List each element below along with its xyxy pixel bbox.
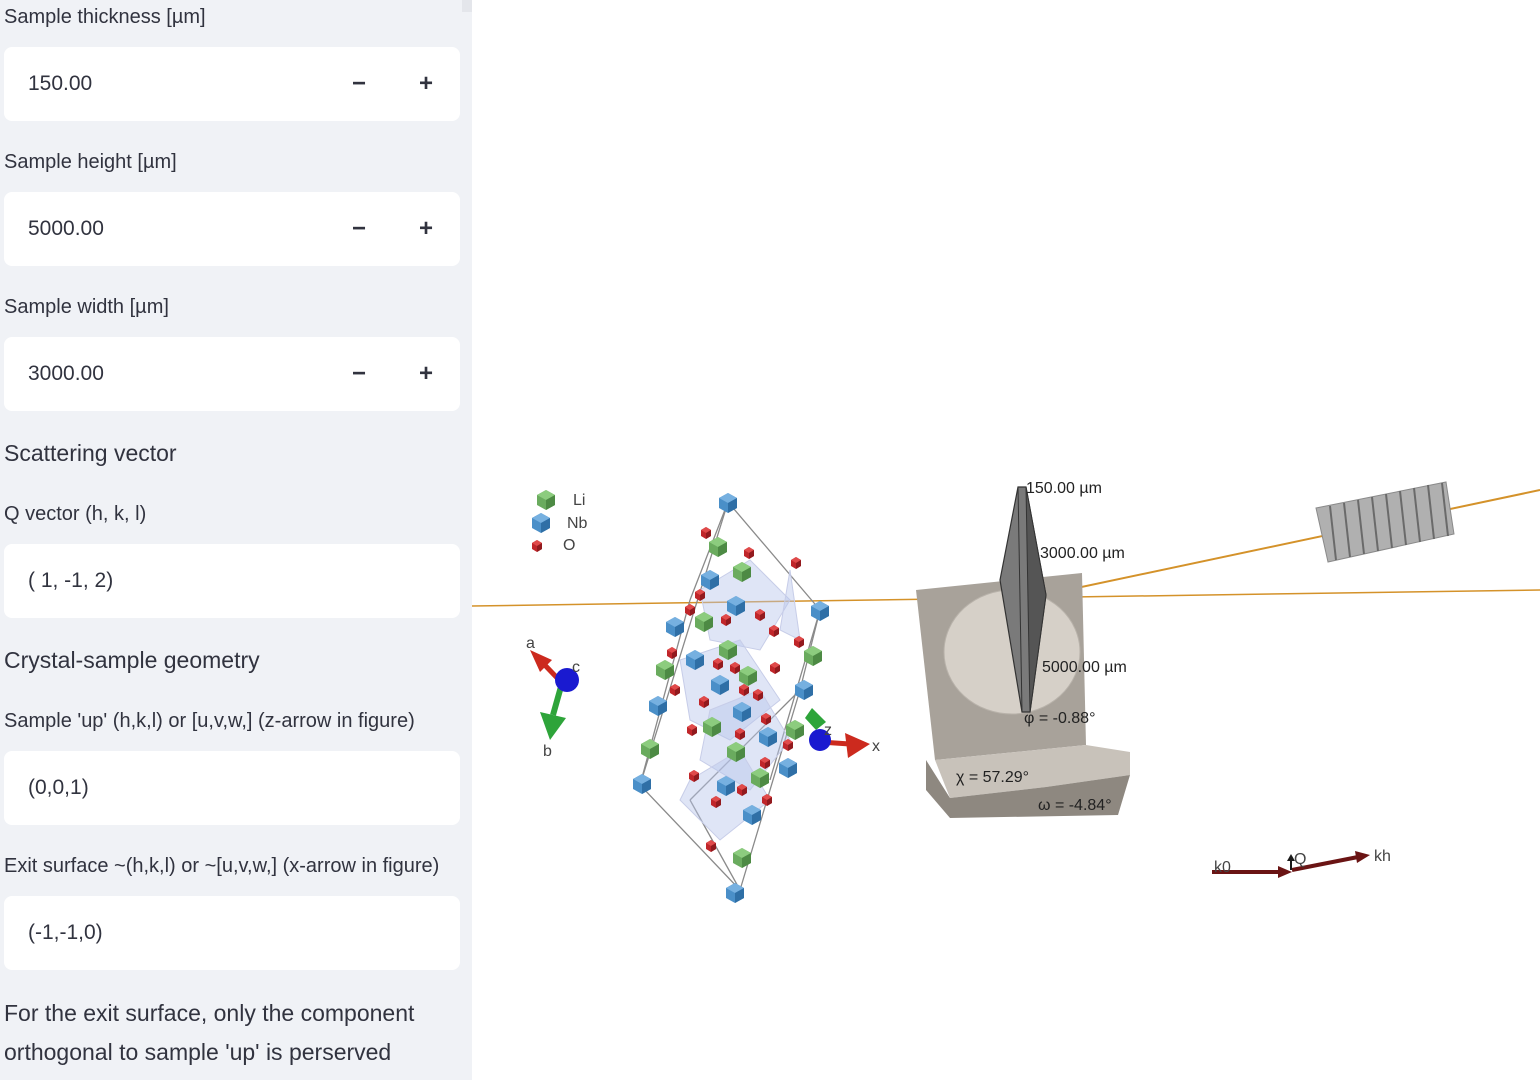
sample-up-input[interactable]: (0,0,1) bbox=[4, 751, 460, 825]
exit-surface-note: For the exit surface, only the component… bbox=[4, 1000, 415, 1065]
q-vector-value[interactable]: ( 1, -1, 2) bbox=[28, 544, 113, 618]
detector bbox=[1315, 481, 1455, 563]
atom-legend: Li Nb O bbox=[532, 490, 588, 554]
width-input[interactable]: 3000.00 − + bbox=[4, 337, 460, 411]
width-dimension-label: 3000.00 µm bbox=[1040, 545, 1125, 562]
legend-o-label: O bbox=[563, 537, 575, 554]
scattering-vector-heading: Scattering vector bbox=[4, 440, 177, 466]
height-value[interactable]: 5000.00 bbox=[28, 192, 104, 266]
q-vector-input[interactable]: ( 1, -1, 2) bbox=[4, 544, 460, 618]
axis-c-label: c bbox=[572, 659, 580, 676]
3d-scene-canvas[interactable]: Li Nb O a c b z x 150.00 µm 3000.00 µm 5… bbox=[472, 0, 1540, 1080]
k0-label: k0 bbox=[1214, 859, 1231, 876]
sample-up-label: Sample 'up' (h,k,l) or [u,v,w,] (z-arrow… bbox=[4, 710, 415, 732]
axis-z-label: z bbox=[824, 722, 832, 739]
axis-x-label: x bbox=[872, 738, 880, 755]
sample-axes-triad: z x bbox=[805, 708, 880, 758]
height-label: Sample height [µm] bbox=[4, 151, 177, 173]
scattering-vector-diagram: k0 Q kh bbox=[1212, 848, 1391, 878]
q-vector-label: Q vector (h, k, l) bbox=[4, 503, 147, 525]
height-decrement-button[interactable]: − bbox=[326, 192, 392, 266]
crystal-geometry-heading: Crystal-sample geometry bbox=[4, 647, 260, 673]
sample-up-value[interactable]: (0,0,1) bbox=[28, 751, 89, 825]
height-input[interactable]: 5000.00 − + bbox=[4, 192, 460, 266]
width-decrement-button[interactable]: − bbox=[326, 337, 392, 411]
thickness-input[interactable]: 150.00 − + bbox=[4, 47, 460, 121]
omega-angle-label: ω = -4.84° bbox=[1038, 797, 1112, 814]
exit-surface-value[interactable]: (-1,-1,0) bbox=[28, 896, 103, 970]
axis-a-label: a bbox=[526, 635, 535, 652]
q-label: Q bbox=[1294, 851, 1306, 868]
legend-li-label: Li bbox=[573, 492, 585, 509]
thickness-dimension-label: 150.00 µm bbox=[1026, 480, 1102, 497]
crystal-axes-triad: a c b bbox=[526, 635, 580, 760]
legend-nb-label: Nb bbox=[567, 515, 588, 532]
thickness-decrement-button[interactable]: − bbox=[326, 47, 392, 121]
thickness-value[interactable]: 150.00 bbox=[28, 47, 92, 121]
height-dimension-label: 5000.00 µm bbox=[1042, 659, 1127, 676]
width-increment-button[interactable]: + bbox=[393, 337, 459, 411]
width-value[interactable]: 3000.00 bbox=[28, 337, 104, 411]
kh-label: kh bbox=[1374, 848, 1391, 865]
height-increment-button[interactable]: + bbox=[393, 192, 459, 266]
thickness-increment-button[interactable]: + bbox=[393, 47, 459, 121]
exit-surface-label: Exit surface ~(h,k,l) or ~[u,v,w,] (x-ar… bbox=[4, 855, 440, 877]
width-label: Sample width [µm] bbox=[4, 296, 169, 318]
sidebar-scroll-thumb[interactable] bbox=[462, 0, 472, 12]
chi-angle-label: χ = 57.29° bbox=[956, 769, 1029, 786]
sidebar-scrollbar[interactable] bbox=[462, 0, 472, 1080]
thickness-label: Sample thickness [µm] bbox=[4, 6, 206, 28]
sidebar: Sample thickness [µm] 150.00 − + Sample … bbox=[0, 0, 472, 1080]
exit-surface-input[interactable]: (-1,-1,0) bbox=[4, 896, 460, 970]
axis-b-label: b bbox=[543, 743, 552, 760]
phi-angle-label: φ = -0.88° bbox=[1024, 710, 1095, 727]
